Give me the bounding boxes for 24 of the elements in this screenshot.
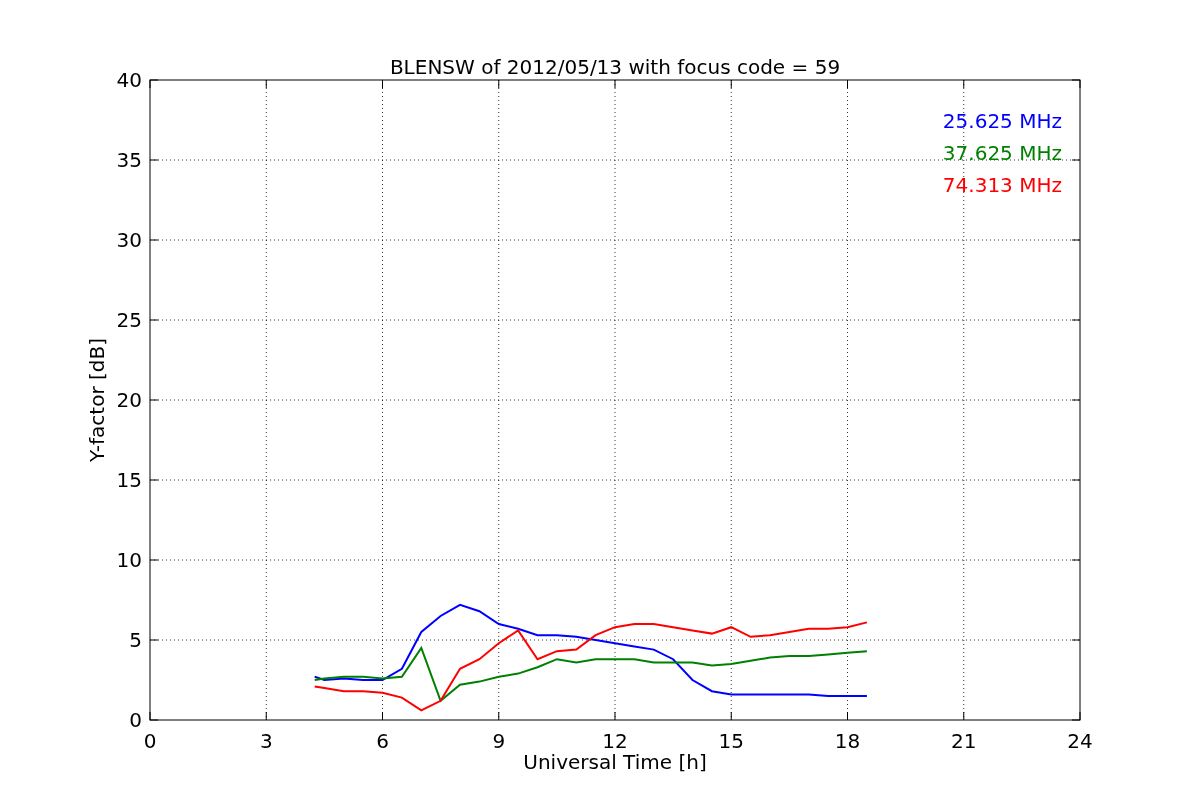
- tick-label: 25: [116, 308, 142, 332]
- tick-label: 0: [129, 708, 142, 732]
- tick-label: 24: [1067, 729, 1093, 753]
- tick-label: 15: [116, 468, 142, 492]
- tick-label: 6: [376, 729, 389, 753]
- axis-title: Y-factor [dB]: [85, 338, 109, 462]
- tick-label: 10: [116, 548, 142, 572]
- tick-label: 5: [129, 628, 142, 652]
- axis-title: Universal Time [h]: [523, 750, 707, 774]
- tick-label: 0: [143, 729, 157, 753]
- chart-title: BLENSW of 2012/05/13 with focus code = 59: [389, 55, 841, 79]
- legend-label: 37.625 MHz: [942, 141, 1062, 165]
- legend-label: 25.625 MHz: [942, 109, 1062, 133]
- tick-label: 12: [602, 729, 628, 753]
- tick-label: 30: [116, 228, 142, 252]
- tick-label: 18: [834, 729, 861, 753]
- tick-label: 15: [718, 729, 744, 753]
- tick-label: 9: [492, 729, 506, 753]
- tick-label: 40: [116, 68, 142, 92]
- tick-label: 21: [951, 729, 977, 753]
- tick-label: 35: [116, 148, 142, 172]
- tick-label: 3: [259, 729, 273, 753]
- tick-label: 20: [116, 388, 142, 412]
- legend-label: 74.313 MHz: [942, 173, 1062, 197]
